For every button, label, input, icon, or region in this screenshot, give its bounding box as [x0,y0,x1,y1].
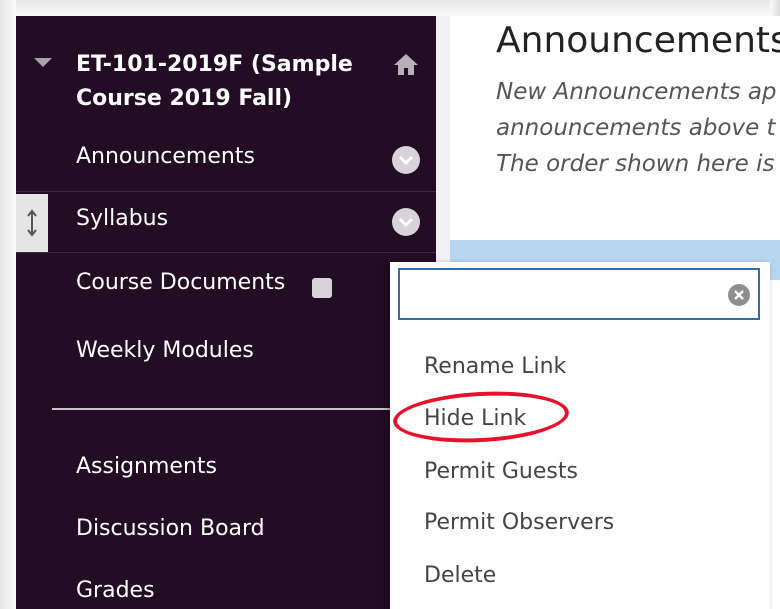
frame-shadow-left [0,0,16,609]
page-description: New Announcements ap announcements above… [496,74,780,182]
sidebar-item-label: Grades [76,578,155,603]
description-line: New Announcements ap [496,79,777,105]
sidebar-item-grades[interactable]: Grades [16,578,436,609]
chevron-down-icon[interactable] [392,146,420,174]
collapse-caret-icon[interactable] [34,58,52,67]
sidebar-item-label: Discussion Board [76,516,265,541]
sidebar-divider [52,408,436,410]
sidebar-item-syllabus[interactable]: Syllabus [16,206,436,252]
menu-search-input[interactable] [400,270,720,318]
sidebar-item-label: Course Documents [76,270,286,295]
chevron-down-icon[interactable] [392,208,420,236]
sidebar-item-label: Syllabus [76,206,169,231]
sidebar-item-announcements[interactable]: Announcements [16,144,436,190]
page-title: Announcements [496,20,780,61]
menu-item-permit-observers[interactable]: Permit Observers [424,510,614,535]
menu-item-delete[interactable]: Delete [424,563,496,588]
sidebar-item-assignments[interactable]: Assignments [16,454,436,494]
home-icon[interactable] [393,52,419,76]
course-title[interactable]: ET-101-2019F (Sample Course 2019 Fall) [76,48,376,116]
course-menu-sidebar: ET-101-2019F (Sample Course 2019 Fall) A… [16,16,436,609]
sidebar-item-course-documents[interactable]: Course Documents [16,270,436,310]
menu-item-permit-guests[interactable]: Permit Guests [424,459,578,484]
description-line: announcements above t [496,115,776,141]
menu-item-rename-link[interactable]: Rename Link [424,354,566,379]
sidebar-separator [16,252,436,253]
description-line: The order shown here is [496,151,775,177]
sidebar-separator [16,191,436,192]
sidebar-item-discussion-board[interactable]: Discussion Board [16,516,436,556]
sidebar-item-weekly-modules[interactable]: Weekly Modules [16,338,436,378]
frame-shadow-top [0,0,780,16]
sidebar-item-label: Announcements [76,144,255,169]
content-area-icon [312,278,332,298]
clear-search-icon[interactable] [728,284,750,306]
screenshot-frame: ET-101-2019F (Sample Course 2019 Fall) A… [0,0,780,609]
menu-search-box[interactable] [398,268,760,320]
sidebar-item-label: Weekly Modules [76,338,254,363]
sidebar-item-label: Assignments [76,454,217,479]
